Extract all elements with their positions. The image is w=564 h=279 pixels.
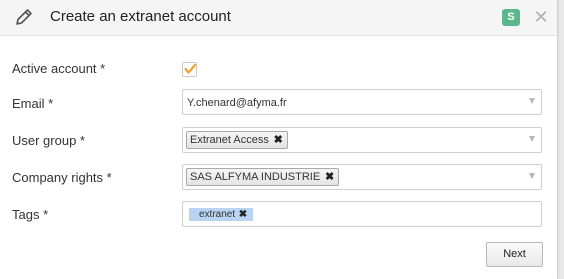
status-badge: S bbox=[502, 9, 520, 26]
tag-chip: extranet ✖ bbox=[189, 208, 254, 221]
user-group-chip: Extranet Access ✖ bbox=[186, 131, 288, 149]
checkmark-icon bbox=[184, 63, 197, 74]
user-group-select[interactable]: Extranet Access ✖ bbox=[182, 127, 542, 153]
tags-label: Tags * bbox=[12, 207, 49, 222]
pencil-icon bbox=[14, 7, 34, 27]
chevron-down-icon[interactable] bbox=[529, 173, 535, 179]
chevron-down-icon[interactable] bbox=[529, 98, 535, 104]
company-rights-chip-label: SAS ALFYMA INDUSTRIE bbox=[190, 171, 321, 183]
create-extranet-account-dialog: Create an extranet account S ✕ Active ac… bbox=[0, 0, 557, 279]
email-label: Email * bbox=[12, 96, 54, 111]
active-account-label: Active account * bbox=[12, 61, 106, 76]
user-group-chip-label: Extranet Access bbox=[190, 134, 269, 146]
email-field[interactable]: Y.chenard@afyma.fr bbox=[182, 89, 542, 115]
tag-chip-label: extranet bbox=[199, 209, 236, 220]
user-group-label: User group * bbox=[12, 133, 85, 148]
dialog-title: Create an extranet account bbox=[50, 8, 231, 25]
remove-x-icon[interactable]: ✖ bbox=[239, 208, 247, 221]
company-rights-select[interactable]: SAS ALFYMA INDUSTRIE ✖ bbox=[182, 164, 542, 190]
tags-input[interactable]: extranet ✖ bbox=[182, 201, 542, 227]
next-button[interactable]: Next bbox=[486, 242, 543, 267]
close-icon[interactable]: ✕ bbox=[533, 8, 549, 26]
email-value: Y.chenard@afyma.fr bbox=[187, 97, 287, 109]
dialog-header: Create an extranet account S ✕ bbox=[0, 0, 557, 36]
remove-x-icon[interactable]: ✖ bbox=[274, 132, 283, 148]
chevron-down-icon[interactable] bbox=[529, 136, 535, 142]
company-rights-label: Company rights * bbox=[12, 170, 112, 185]
active-account-checkbox[interactable] bbox=[182, 62, 197, 77]
company-rights-chip: SAS ALFYMA INDUSTRIE ✖ bbox=[186, 168, 340, 186]
remove-x-icon[interactable]: ✖ bbox=[325, 169, 334, 185]
